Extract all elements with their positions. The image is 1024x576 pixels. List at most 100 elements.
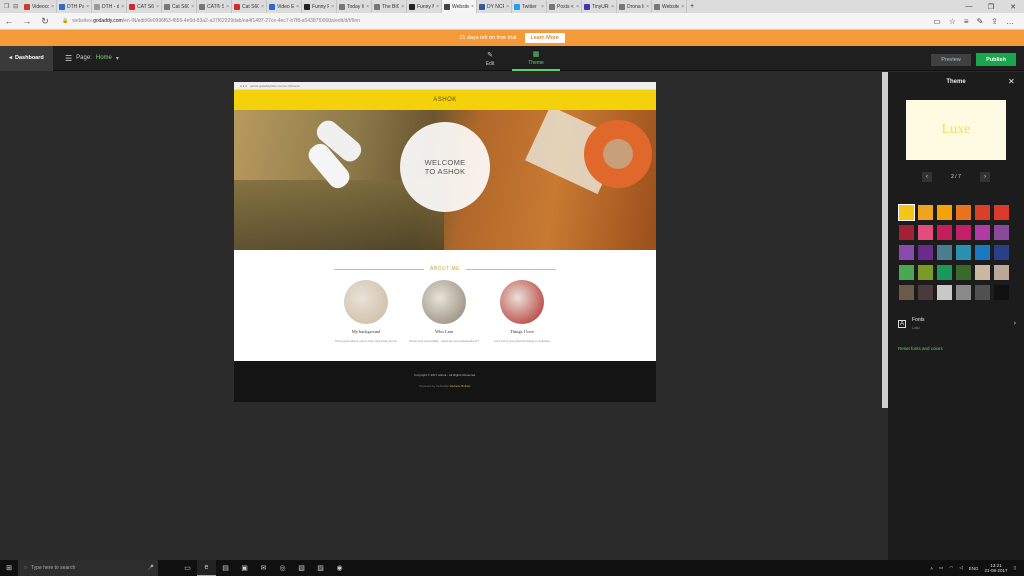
browser-tab[interactable]: Funny Meme× bbox=[407, 0, 442, 13]
edge-icon[interactable]: e bbox=[197, 560, 216, 576]
close-tab-icon[interactable]: × bbox=[646, 4, 649, 10]
color-swatch[interactable] bbox=[975, 205, 990, 220]
color-swatch[interactable] bbox=[994, 225, 1009, 240]
about-card[interactable]: Who I am Show your personality · what are… bbox=[404, 280, 484, 343]
about-card[interactable]: My background Tell people where you're fr… bbox=[326, 280, 406, 343]
close-tab-icon[interactable]: × bbox=[226, 4, 229, 10]
browser-tab[interactable]: DTH - direct× bbox=[92, 0, 127, 13]
color-swatch[interactable] bbox=[994, 205, 1009, 220]
url-field[interactable]: 🔒 websites.godaddy.com/en-IN/edit/6e0996… bbox=[62, 15, 925, 27]
taskbar-search[interactable]: ○ Type here to search 🎤 bbox=[18, 560, 158, 576]
color-swatch[interactable] bbox=[937, 265, 952, 280]
color-swatch[interactable] bbox=[956, 225, 971, 240]
close-tab-icon[interactable]: × bbox=[401, 4, 404, 10]
close-tab-icon[interactable]: × bbox=[261, 4, 264, 10]
chrome-icon[interactable]: ◎ bbox=[273, 560, 292, 576]
more-icon[interactable]: … bbox=[1006, 17, 1014, 26]
close-tab-icon[interactable]: × bbox=[191, 4, 194, 10]
close-tab-icon[interactable]: × bbox=[681, 4, 684, 10]
tab-theme[interactable]: ▦ Theme bbox=[512, 46, 560, 71]
color-swatch[interactable] bbox=[899, 285, 914, 300]
color-swatch[interactable] bbox=[994, 245, 1009, 260]
color-swatch[interactable] bbox=[898, 204, 915, 221]
close-tab-icon[interactable]: × bbox=[331, 4, 334, 10]
color-swatch[interactable] bbox=[994, 285, 1009, 300]
color-swatch[interactable] bbox=[975, 225, 990, 240]
close-tab-icon[interactable]: × bbox=[436, 4, 439, 10]
task-view-icon[interactable]: ▭ bbox=[178, 560, 197, 576]
language-indicator[interactable]: ENG bbox=[969, 566, 979, 571]
forward-icon[interactable]: → bbox=[18, 16, 36, 26]
mail-icon[interactable]: ✉ bbox=[254, 560, 273, 576]
browser-tab[interactable]: Drona Infotech× bbox=[617, 0, 652, 13]
site-header[interactable]: ASHOK bbox=[234, 90, 656, 110]
clock[interactable]: 13:21 21-08-2017 bbox=[984, 563, 1007, 573]
browser-tab[interactable]: Website Builc× bbox=[652, 0, 687, 13]
about-section[interactable]: ABOUT ME My background Tell people where … bbox=[234, 250, 656, 360]
publish-button[interactable]: Publish bbox=[976, 53, 1016, 66]
microphone-icon[interactable]: 🎤 bbox=[148, 565, 158, 571]
share-icon[interactable]: ⇪ bbox=[991, 17, 998, 26]
color-swatch[interactable] bbox=[975, 285, 990, 300]
note-icon[interactable]: ✎ bbox=[977, 17, 984, 26]
color-swatch[interactable] bbox=[975, 245, 990, 260]
notifications-icon[interactable]: ▯ bbox=[1014, 565, 1016, 571]
close-tab-icon[interactable]: × bbox=[51, 4, 54, 10]
dashboard-button[interactable]: ◂ Dashboard bbox=[0, 45, 53, 71]
color-swatch[interactable] bbox=[899, 265, 914, 280]
wifi-icon[interactable]: ◠ bbox=[949, 565, 953, 571]
tab-list-icon[interactable]: ❐ bbox=[4, 3, 9, 10]
browser-tab[interactable]: Website E× bbox=[442, 0, 477, 13]
color-swatch[interactable] bbox=[937, 285, 952, 300]
preview-button[interactable]: Preview bbox=[931, 54, 971, 66]
close-tab-icon[interactable]: × bbox=[366, 4, 369, 10]
color-swatch[interactable] bbox=[918, 245, 933, 260]
browser-tab[interactable]: TinyURL.com× bbox=[582, 0, 617, 13]
browser-tab[interactable]: Cat S60 Revie× bbox=[232, 0, 267, 13]
chevron-right-icon[interactable]: › bbox=[979, 172, 990, 182]
browser-tab[interactable]: Video Editor× bbox=[267, 0, 302, 13]
browser-tab[interactable]: DY NCRs× bbox=[477, 0, 512, 13]
close-tab-icon[interactable]: × bbox=[121, 4, 124, 10]
browser-tab[interactable]: CAT S60 Revi× bbox=[127, 0, 162, 13]
browser-tab[interactable]: Posts < NCMC× bbox=[547, 0, 582, 13]
close-tab-icon[interactable]: × bbox=[541, 4, 544, 10]
color-swatch[interactable] bbox=[899, 245, 914, 260]
volume-icon[interactable]: ◁ bbox=[959, 565, 962, 571]
color-swatch[interactable] bbox=[918, 265, 933, 280]
chevron-up-icon[interactable]: ˄ bbox=[930, 566, 933, 571]
app-icon[interactable]: ▧ bbox=[292, 560, 311, 576]
color-swatch[interactable] bbox=[918, 205, 933, 220]
color-swatch[interactable] bbox=[956, 245, 971, 260]
store-icon[interactable]: ▣ bbox=[235, 560, 254, 576]
refresh-icon[interactable]: ↻ bbox=[36, 16, 54, 27]
browser-tab[interactable]: Videocon D2× bbox=[22, 0, 57, 13]
page-selector[interactable]: ☰ Page: Home ▾ bbox=[65, 54, 119, 63]
color-swatch[interactable] bbox=[937, 245, 952, 260]
browser-tab[interactable]: Today Will Be× bbox=[337, 0, 372, 13]
reset-link[interactable]: Reset fonts and colors bbox=[898, 346, 943, 351]
close-tab-icon[interactable]: × bbox=[506, 4, 509, 10]
close-tab-icon[interactable]: × bbox=[471, 4, 474, 10]
battery-icon[interactable]: ▭ bbox=[939, 565, 943, 571]
browser-tab[interactable]: Twitter × bbox=[512, 0, 547, 13]
color-swatch[interactable] bbox=[956, 285, 971, 300]
new-tab-icon[interactable]: + bbox=[687, 0, 697, 13]
maximize-icon[interactable]: ❐ bbox=[980, 0, 1002, 13]
chevron-left-icon[interactable]: ‹ bbox=[922, 172, 932, 182]
reading-view-icon[interactable]: ▭ bbox=[933, 17, 941, 26]
color-swatch[interactable] bbox=[899, 225, 914, 240]
file-explorer-icon[interactable]: ▤ bbox=[216, 560, 235, 576]
close-tab-icon[interactable]: × bbox=[156, 4, 159, 10]
app-icon[interactable]: ◉ bbox=[330, 560, 349, 576]
color-swatch[interactable] bbox=[956, 205, 971, 220]
windows-start-icon[interactable]: ⊞ bbox=[0, 564, 18, 572]
about-card[interactable]: Things I love Let's list of your favorite… bbox=[482, 280, 562, 343]
close-tab-icon[interactable]: × bbox=[611, 4, 614, 10]
browser-tab[interactable]: CAT® S60 Of× bbox=[197, 0, 232, 13]
close-icon[interactable]: ✕ bbox=[1008, 77, 1015, 86]
tab-edit[interactable]: ✎ Edit bbox=[468, 46, 512, 71]
color-swatch[interactable] bbox=[937, 205, 952, 220]
close-tab-icon[interactable]: × bbox=[296, 4, 299, 10]
color-swatch[interactable] bbox=[956, 265, 971, 280]
